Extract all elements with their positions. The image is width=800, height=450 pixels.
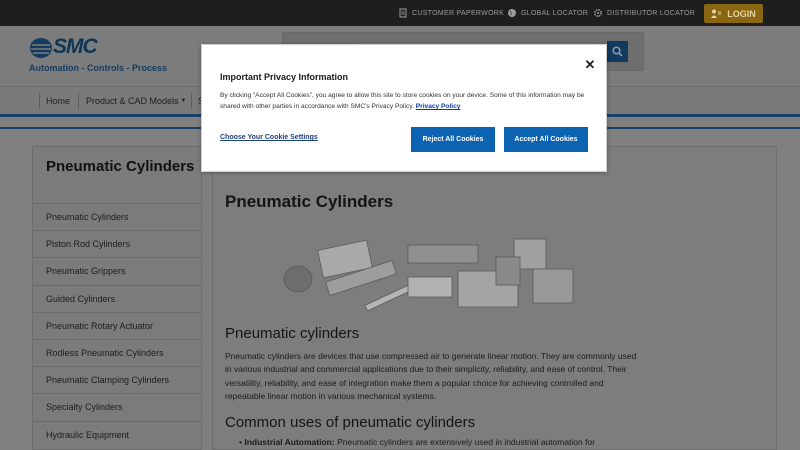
global-locator-label: GLOBAL LOCATOR (521, 9, 589, 17)
login-label: LOGIN (727, 8, 756, 19)
page-title: Pneumatic Cylinders (225, 192, 394, 211)
document-icon (399, 8, 407, 18)
bullet-text: Pneumatic cylinders are extensively used… (334, 437, 596, 447)
dialog-title: Important Privacy Information (220, 72, 349, 82)
smc-logo-icon[interactable] (29, 37, 53, 59)
gear-icon (593, 8, 603, 18)
customer-paperwork-label: CUSTOMER PAPERWORK (412, 9, 505, 17)
section-heading-common-uses: Common uses of pneumatic cylinders (225, 414, 476, 431)
customer-paperwork-link[interactable]: CUSTOMER PAPERWORK (398, 0, 504, 26)
distributor-locator-label: DISTRIBUTOR LOCATOR (607, 9, 696, 17)
bullet-label: Industrial Automation: (244, 437, 335, 447)
nav-divider (39, 93, 40, 109)
top-utility-bar: CUSTOMER PAPERWORK GLOBAL LOCATOR DISTRI… (0, 0, 800, 26)
section-heading-pneumatic-cylinders: Pneumatic cylinders (225, 325, 360, 342)
tagline: Automation - Controls - Process (29, 63, 168, 73)
nav-divider (191, 93, 192, 109)
sidebar-item-guided-cylinders[interactable]: Guided Cylinders (33, 284, 201, 312)
sidebar-item-pneumatic-cylinders[interactable]: Pneumatic Cylinders (33, 203, 201, 230)
accept-all-cookies-button[interactable]: Accept All Cookies (504, 127, 588, 152)
sidebar-item-hydraulic-equipment[interactable]: Hydraulic Equipment (33, 420, 201, 448)
reject-all-cookies-button[interactable]: Reject All Cookies (411, 127, 495, 152)
user-icon (711, 9, 722, 18)
sidebar-item-specialty-cylinders[interactable]: Specialty Cylinders (33, 393, 201, 420)
search-icon (612, 46, 623, 57)
sidebar-item-rotary-actuator[interactable]: Pneumatic Rotary Actuator (33, 311, 201, 339)
section-body-text: Pneumatic cylinders are devices that use… (225, 351, 637, 401)
cookie-settings-link[interactable]: Choose Your Cookie Settings (220, 134, 318, 141)
main-content: Pneumatic Cylinders Pneumatic cylinders … (212, 146, 777, 450)
login-button[interactable]: LOGIN (704, 4, 763, 23)
nav-products-label: Product & CAD Models (86, 95, 179, 106)
nav-item-products[interactable]: Product & CAD Models ▼ (86, 87, 187, 114)
distributor-locator-link[interactable]: DISTRIBUTOR LOCATOR (593, 0, 695, 26)
cookie-consent-dialog: Important Privacy Information ✕ By click… (201, 44, 607, 172)
sidebar-item-clamping-cylinders[interactable]: Pneumatic Clamping Cylinders (33, 366, 201, 393)
nav-divider (78, 93, 79, 109)
caret-down-icon: ▼ (180, 97, 187, 104)
nav-item-home[interactable]: Home (46, 87, 70, 114)
list-item: • Industrial Automation: Pneumatic cylin… (239, 437, 595, 447)
dialog-body: By clicking “Accept All Cookies”, you ag… (220, 90, 590, 112)
global-locator-link[interactable]: GLOBAL LOCATOR (507, 0, 588, 26)
sidebar-title: Pneumatic Cylinders (46, 158, 195, 175)
smc-logo-text[interactable]: SMC (53, 35, 98, 59)
cylinder-products-image (283, 238, 574, 312)
search-button[interactable] (607, 41, 628, 62)
privacy-policy-link[interactable]: Privacy Policy (416, 103, 461, 110)
dialog-body-text: By clicking “Accept All Cookies”, you ag… (220, 92, 585, 110)
category-sidebar: Pneumatic Cylinders Pneumatic Cylinders … (32, 146, 202, 450)
close-icon[interactable]: ✕ (583, 58, 597, 72)
globe-icon (508, 9, 516, 17)
sidebar-item-pneumatic-grippers[interactable]: Pneumatic Grippers (33, 257, 201, 284)
sidebar-item-piston-rod-cylinders[interactable]: Piston Rod Cylinders (33, 230, 201, 257)
sidebar-item-rodless-cylinders[interactable]: Rodless Pneumatic Cylinders (33, 338, 201, 366)
